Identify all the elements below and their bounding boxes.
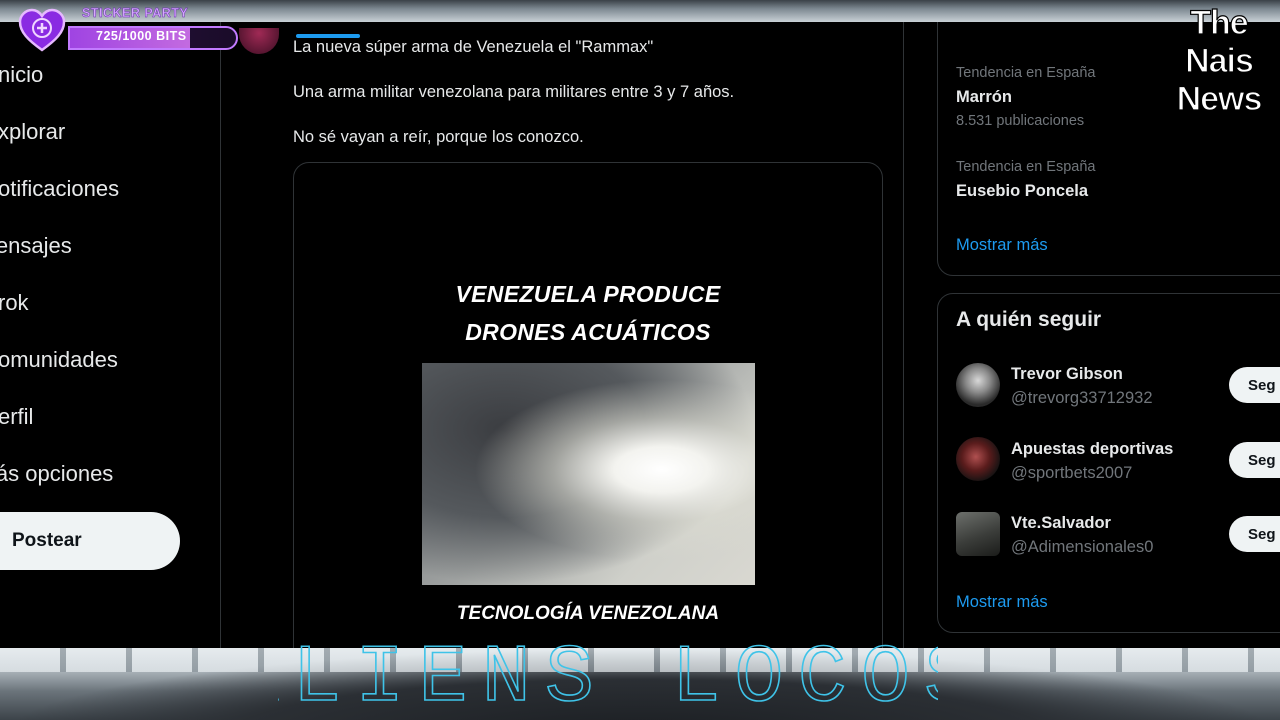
author-avatar[interactable] [239, 28, 279, 54]
tweet-text-line-2: Una arma militar venezolana para militar… [293, 83, 735, 101]
sidebar-nav: nicio xplorar otificaciones lensajes rok… [0, 22, 221, 648]
nav-item-perfil[interactable]: erfil [0, 404, 33, 430]
trends-show-more-link[interactable]: Mostrar más [956, 236, 1048, 255]
follow-account-name-3[interactable]: Vte.Salvador [1011, 514, 1111, 533]
follow-button-1[interactable]: Seg [1229, 367, 1280, 403]
trend-caption-1: Tendencia en España [956, 65, 1096, 81]
tweet-media[interactable]: VENEZUELA PRODUCE DRONES ACUÁTICOS TECNO… [293, 162, 883, 648]
logo-line-1: The [1190, 3, 1250, 42]
media-footer-caption: TECNOLOGÍA VENEZOLANA [456, 603, 720, 624]
browser-screen: nicio xplorar otificaciones lensajes rok… [0, 22, 1280, 648]
nav-item-inicio[interactable]: nicio [0, 62, 43, 88]
tweet-text-line-3: No sé vayan a reír, porque los conozco. [293, 128, 584, 146]
tweet-text-line-1: La nueva súper arma de Venezuela el "Ram… [293, 38, 654, 56]
main-feed: La nueva súper arma de Venezuela el "Ram… [221, 22, 904, 648]
follow-button-2[interactable]: Seg [1229, 442, 1280, 478]
media-headline-2: DRONES ACUÁTICOS [465, 319, 711, 345]
follow-account-name-1[interactable]: Trevor Gibson [1011, 365, 1123, 384]
media-video-frame[interactable] [422, 363, 755, 585]
post-button[interactable]: Postear [0, 512, 180, 570]
follow-account-name-2[interactable]: Apuestas deportivas [1011, 440, 1173, 459]
sticker-party-badge: STICKER PARTY 725/1000 BITS [18, 6, 238, 52]
follow-account-handle-2: @sportbets2007 [1011, 464, 1133, 482]
nav-item-mas-opciones[interactable]: lás opciones [0, 461, 113, 487]
heart-plus-icon [18, 8, 66, 52]
follow-account-handle-1: @trevorg33712932 [1011, 389, 1153, 407]
sticker-party-title: STICKER PARTY [82, 6, 189, 20]
the-nais-news-logo: The Nais News [1158, 3, 1280, 126]
aliens-locos-wordmark: ALIENS LOCOS [278, 632, 938, 712]
trend-name-1[interactable]: Marrón [956, 88, 1012, 107]
avatar[interactable] [956, 363, 1000, 407]
wordmark-text: ALIENS LOCOS [278, 632, 938, 712]
follow-account-handle-3: @Adimensionales0 [1011, 538, 1154, 556]
nav-item-grok[interactable]: rok [0, 290, 29, 316]
nav-item-notificaciones[interactable]: otificaciones [0, 176, 119, 202]
logo-line-2: Nais [1184, 41, 1254, 80]
avatar[interactable] [956, 437, 1000, 481]
follow-button-3[interactable]: Seg [1229, 516, 1280, 552]
bits-counter: 725/1000 BITS [96, 29, 187, 43]
who-to-follow-title: A quién seguir [956, 308, 1102, 331]
logo-line-3: News [1176, 79, 1263, 118]
nav-item-explorar[interactable]: xplorar [0, 119, 65, 145]
trend-caption-2: Tendencia en España [956, 159, 1096, 175]
follow-show-more-link[interactable]: Mostrar más [956, 593, 1048, 612]
nav-item-mensajes[interactable]: lensajes [0, 233, 72, 259]
trend-name-2[interactable]: Eusebio Poncela [956, 182, 1088, 201]
avatar[interactable] [956, 512, 1000, 556]
nav-item-comunidades[interactable]: omunidades [0, 347, 118, 373]
media-headline-1: VENEZUELA PRODUCE [455, 281, 721, 307]
trend-count-1: 8.531 publicaciones [956, 113, 1085, 129]
